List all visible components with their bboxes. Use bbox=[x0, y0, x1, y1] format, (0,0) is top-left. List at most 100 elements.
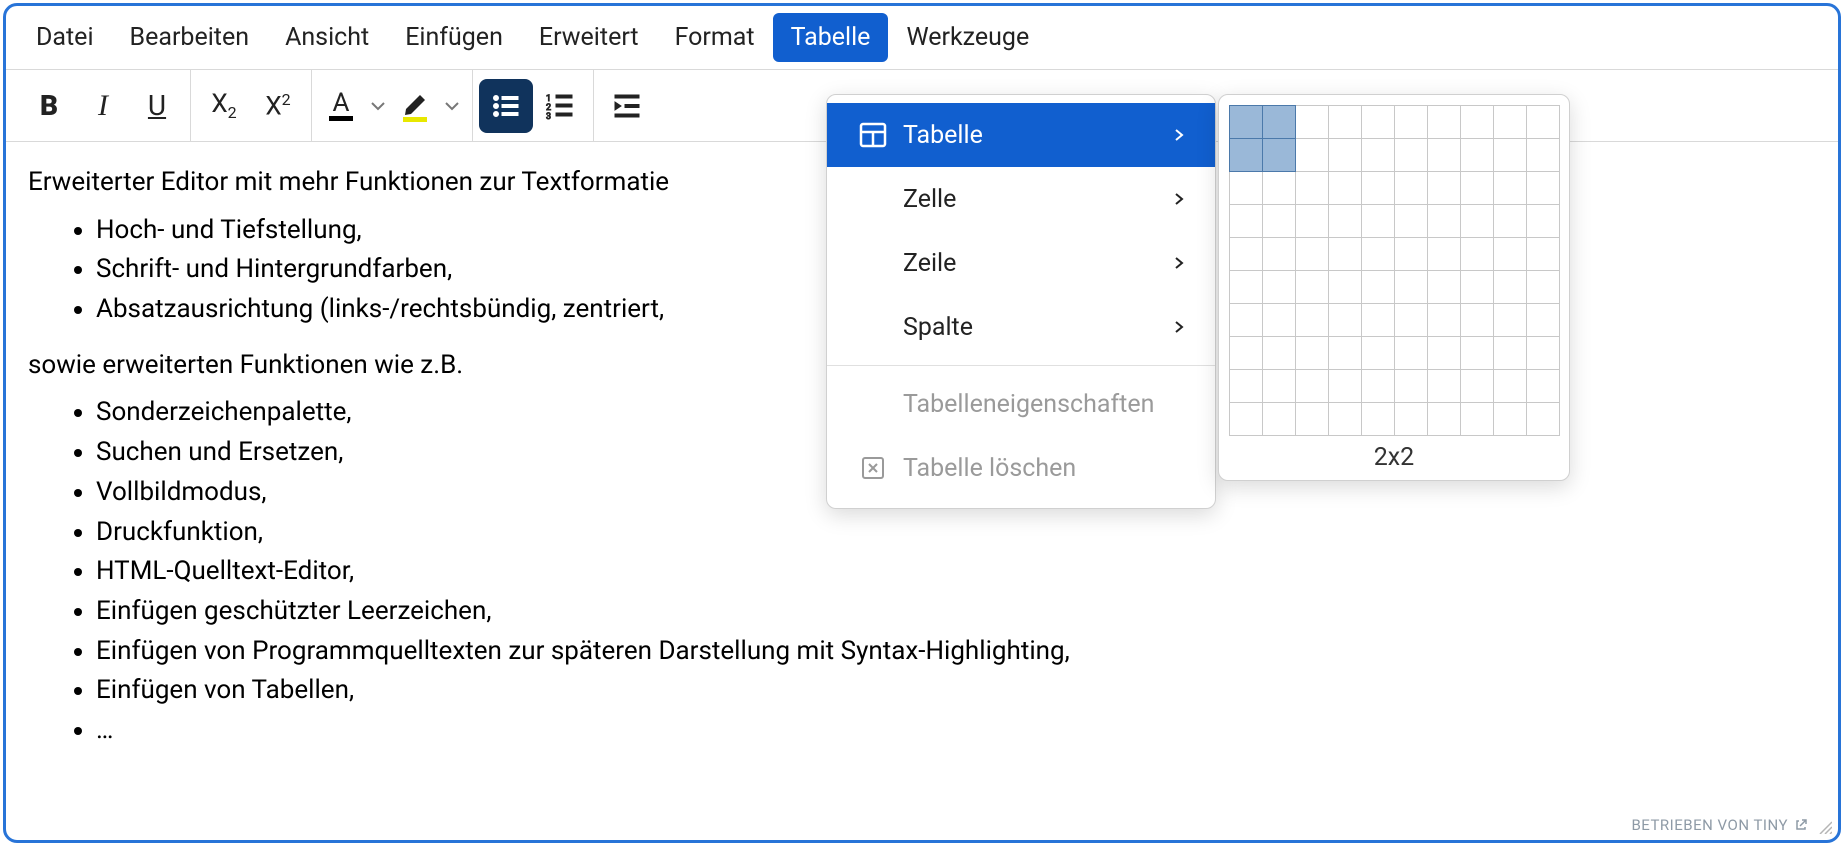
grid-cell[interactable] bbox=[1493, 204, 1527, 238]
grid-cell[interactable] bbox=[1460, 204, 1494, 238]
grid-cell[interactable] bbox=[1394, 270, 1428, 304]
grid-cell[interactable] bbox=[1526, 204, 1560, 238]
dd-item-spalte[interactable]: Spalte bbox=[827, 295, 1215, 359]
grid-cell[interactable] bbox=[1262, 402, 1296, 436]
grid-cell[interactable] bbox=[1262, 303, 1296, 337]
grid-cell[interactable] bbox=[1262, 171, 1296, 205]
grid-cell[interactable] bbox=[1295, 402, 1329, 436]
menu-datei[interactable]: Datei bbox=[18, 13, 112, 62]
grid-cell[interactable] bbox=[1328, 171, 1362, 205]
grid-cell[interactable] bbox=[1229, 105, 1263, 139]
grid-cell[interactable] bbox=[1229, 171, 1263, 205]
grid-cell[interactable] bbox=[1361, 369, 1395, 403]
grid-cell[interactable] bbox=[1361, 171, 1395, 205]
grid-cell[interactable] bbox=[1295, 336, 1329, 370]
grid-cell[interactable] bbox=[1361, 204, 1395, 238]
grid-cell[interactable] bbox=[1526, 171, 1560, 205]
grid-cell[interactable] bbox=[1328, 336, 1362, 370]
grid-cell[interactable] bbox=[1295, 204, 1329, 238]
grid-cell[interactable] bbox=[1427, 336, 1461, 370]
grid-cell[interactable] bbox=[1394, 138, 1428, 172]
menu-format[interactable]: Format bbox=[657, 13, 773, 62]
italic-button[interactable]: I bbox=[76, 79, 130, 133]
grid-cell[interactable] bbox=[1295, 171, 1329, 205]
powered-by-label[interactable]: BETRIEBEN VON TINY bbox=[1631, 816, 1808, 834]
grid-cell[interactable] bbox=[1526, 270, 1560, 304]
grid-cell[interactable] bbox=[1295, 105, 1329, 139]
grid-cell[interactable] bbox=[1493, 105, 1527, 139]
grid-cell[interactable] bbox=[1526, 237, 1560, 271]
grid-cell[interactable] bbox=[1460, 402, 1494, 436]
grid-cell[interactable] bbox=[1526, 402, 1560, 436]
grid-cell[interactable] bbox=[1526, 138, 1560, 172]
grid-cell[interactable] bbox=[1229, 204, 1263, 238]
grid-cell[interactable] bbox=[1229, 237, 1263, 271]
text-color-dropdown[interactable] bbox=[364, 98, 392, 114]
menu-erweitert[interactable]: Erweitert bbox=[521, 13, 657, 62]
grid-cell[interactable] bbox=[1460, 336, 1494, 370]
grid-cell[interactable] bbox=[1526, 369, 1560, 403]
grid-cell[interactable] bbox=[1328, 270, 1362, 304]
grid-cell[interactable] bbox=[1229, 336, 1263, 370]
grid-cell[interactable] bbox=[1427, 138, 1461, 172]
grid-cell[interactable] bbox=[1262, 105, 1296, 139]
menu-einfuegen[interactable]: Einfügen bbox=[387, 13, 521, 62]
grid-cell[interactable] bbox=[1328, 402, 1362, 436]
subscript-button[interactable]: X2 bbox=[197, 79, 251, 133]
grid-cell[interactable] bbox=[1460, 105, 1494, 139]
grid-cell[interactable] bbox=[1460, 171, 1494, 205]
grid-cell[interactable] bbox=[1361, 138, 1395, 172]
dd-item-tabelle[interactable]: Tabelle bbox=[827, 103, 1215, 167]
grid-cell[interactable] bbox=[1493, 336, 1527, 370]
grid-cell[interactable] bbox=[1394, 303, 1428, 337]
grid-cell[interactable] bbox=[1229, 138, 1263, 172]
grid-cell[interactable] bbox=[1394, 204, 1428, 238]
grid-cell[interactable] bbox=[1526, 303, 1560, 337]
grid-cell[interactable] bbox=[1262, 336, 1296, 370]
grid-cell[interactable] bbox=[1394, 105, 1428, 139]
indent-button[interactable] bbox=[600, 79, 654, 133]
dd-item-zelle[interactable]: Zelle bbox=[827, 167, 1215, 231]
grid-cell[interactable] bbox=[1295, 369, 1329, 403]
grid-cell[interactable] bbox=[1262, 138, 1296, 172]
grid-picker-grid[interactable] bbox=[1229, 105, 1559, 435]
grid-cell[interactable] bbox=[1427, 303, 1461, 337]
grid-cell[interactable] bbox=[1361, 105, 1395, 139]
grid-cell[interactable] bbox=[1493, 237, 1527, 271]
grid-cell[interactable] bbox=[1328, 204, 1362, 238]
grid-cell[interactable] bbox=[1394, 369, 1428, 403]
grid-cell[interactable] bbox=[1361, 336, 1395, 370]
menu-tabelle[interactable]: Tabelle bbox=[773, 13, 889, 62]
grid-cell[interactable] bbox=[1493, 138, 1527, 172]
grid-cell[interactable] bbox=[1328, 303, 1362, 337]
grid-cell[interactable] bbox=[1295, 138, 1329, 172]
bold-button[interactable]: B bbox=[22, 79, 76, 133]
grid-cell[interactable] bbox=[1493, 270, 1527, 304]
grid-cell[interactable] bbox=[1262, 369, 1296, 403]
grid-cell[interactable] bbox=[1328, 237, 1362, 271]
grid-cell[interactable] bbox=[1262, 270, 1296, 304]
grid-cell[interactable] bbox=[1460, 270, 1494, 304]
grid-cell[interactable] bbox=[1460, 369, 1494, 403]
underline-button[interactable]: U bbox=[130, 79, 184, 133]
grid-cell[interactable] bbox=[1295, 237, 1329, 271]
grid-cell[interactable] bbox=[1394, 237, 1428, 271]
grid-cell[interactable] bbox=[1394, 402, 1428, 436]
grid-cell[interactable] bbox=[1328, 105, 1362, 139]
grid-cell[interactable] bbox=[1262, 204, 1296, 238]
grid-cell[interactable] bbox=[1295, 270, 1329, 304]
superscript-button[interactable]: X2 bbox=[251, 79, 305, 133]
grid-cell[interactable] bbox=[1229, 402, 1263, 436]
text-color-button[interactable]: A bbox=[318, 79, 364, 133]
grid-cell[interactable] bbox=[1460, 138, 1494, 172]
grid-cell[interactable] bbox=[1361, 270, 1395, 304]
menu-ansicht[interactable]: Ansicht bbox=[267, 13, 387, 62]
grid-cell[interactable] bbox=[1427, 369, 1461, 403]
grid-cell[interactable] bbox=[1526, 336, 1560, 370]
grid-cell[interactable] bbox=[1361, 237, 1395, 271]
numbered-list-button[interactable]: 1 2 3 bbox=[533, 79, 587, 133]
dd-item-zeile[interactable]: Zeile bbox=[827, 231, 1215, 295]
grid-cell[interactable] bbox=[1262, 237, 1296, 271]
grid-cell[interactable] bbox=[1229, 303, 1263, 337]
grid-cell[interactable] bbox=[1427, 402, 1461, 436]
